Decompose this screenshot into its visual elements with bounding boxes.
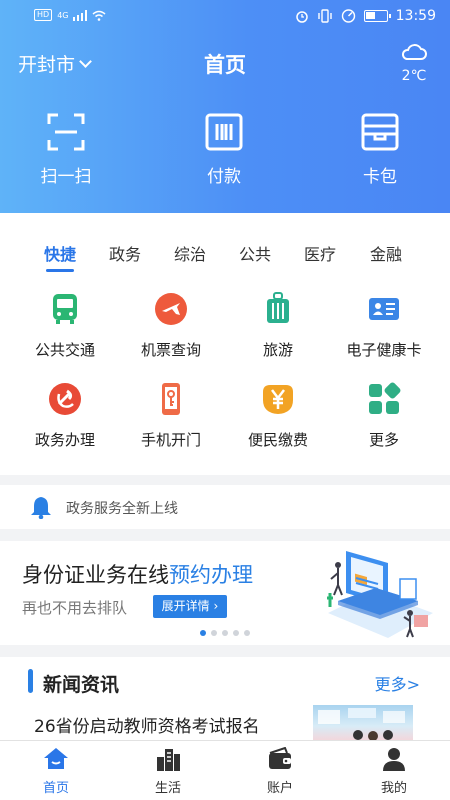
wifi-icon <box>93 10 106 21</box>
speed-icon <box>341 9 355 23</box>
service-flight-query[interactable]: 机票查询 <box>115 291 227 360</box>
news-more-link[interactable]: 更多> <box>375 671 420 695</box>
carousel-dot[interactable] <box>200 630 206 636</box>
carousel-dot[interactable] <box>222 630 228 636</box>
luggage-icon <box>267 292 289 323</box>
home-icon <box>44 748 68 769</box>
carousel-dot[interactable] <box>244 630 250 636</box>
notice-bar[interactable]: 政务服务全新上线 <box>0 485 450 529</box>
tab-medical[interactable]: 医疗 <box>304 241 336 265</box>
hd-badge: HD <box>34 9 53 21</box>
party-emblem-icon <box>49 383 81 415</box>
nav-label: 我的 <box>380 781 407 796</box>
tab-shortcut[interactable]: 快捷 <box>44 241 76 272</box>
banner-title-plain: 身份证业务在线 <box>22 563 169 587</box>
tab-government[interactable]: 政务 <box>109 241 141 265</box>
battery-icon <box>363 10 391 22</box>
service-travel[interactable]: 旅游 <box>222 291 334 360</box>
payment-button[interactable]: 付款 <box>174 112 274 187</box>
wallet-icon <box>269 747 291 769</box>
tab-governance[interactable]: 综治 <box>174 241 206 265</box>
laptop-illustration <box>327 551 433 638</box>
network-label: 4G <box>57 10 69 20</box>
status-bar: HD 4G 13:59 <box>0 0 450 34</box>
nav-mine[interactable]: 我的 <box>354 747 434 796</box>
user-icon <box>383 748 405 771</box>
airplane-icon <box>155 293 187 325</box>
carousel-dot[interactable] <box>233 630 239 636</box>
bell-icon <box>31 497 51 519</box>
details-button[interactable]: 展开详情 › <box>153 595 227 618</box>
news-title: 新闻资讯 <box>43 674 120 696</box>
news-accent-bar <box>28 669 33 693</box>
service-label: 电子健康卡 <box>346 341 422 359</box>
services-panel: 快捷 政务 综治 公共 医疗 金融 公共交通 机票查询 旅游 电子健康卡 政务办… <box>0 213 450 475</box>
card-wallet-button[interactable]: 卡包 <box>330 112 430 187</box>
phone-key-icon <box>162 383 180 415</box>
service-phone-door[interactable]: 手机开门 <box>115 381 227 450</box>
scan-icon <box>47 113 85 151</box>
details-button-label: 展开详情 <box>161 599 210 613</box>
quick-actions: 扫一扫 付款 卡包 <box>0 112 450 192</box>
payment-icon <box>205 113 243 151</box>
nav-life[interactable]: 生活 <box>128 747 208 796</box>
card-wallet-icon <box>361 113 399 151</box>
city-buildings-icon <box>157 749 180 771</box>
banner-title-highlight: 预约办理 <box>169 563 253 587</box>
signal-icon <box>73 9 88 21</box>
yuan-payment-icon <box>263 385 293 414</box>
news-item-title[interactable]: 26省份启动教师资格考试报名 <box>34 712 260 737</box>
clock: 13:59 <box>395 8 436 24</box>
service-label: 公共交通 <box>34 341 95 359</box>
category-tabs: 快捷 政务 综治 公共 医疗 金融 <box>0 241 450 275</box>
card-wallet-label: 卡包 <box>363 167 397 187</box>
tab-public[interactable]: 公共 <box>239 241 271 265</box>
scan-button[interactable]: 扫一扫 <box>16 112 116 187</box>
tab-finance[interactable]: 金融 <box>370 241 402 265</box>
service-label: 更多 <box>368 431 399 449</box>
carousel-indicator <box>200 630 250 636</box>
service-utility-payment[interactable]: 便民缴费 <box>222 381 334 450</box>
bus-icon <box>53 294 77 324</box>
promo-banner[interactable]: 身份证业务在线预约办理 再也不用去排队 展开详情 › <box>0 541 450 645</box>
service-government-affairs[interactable]: 政务办理 <box>9 381 121 450</box>
notice-text: 政务服务全新上线 <box>66 501 178 517</box>
service-health-card[interactable]: 电子健康卡 <box>328 291 440 360</box>
temperature: 2℃ <box>401 68 427 84</box>
banner-title: 身份证业务在线预约办理 <box>22 559 253 589</box>
service-label: 机票查询 <box>140 341 201 359</box>
news-section: 新闻资讯 更多> 26省份启动教师资格考试报名 <box>0 657 450 740</box>
service-more[interactable]: 更多 <box>328 381 440 450</box>
page-title: 首页 <box>204 53 246 77</box>
nav-label: 账户 <box>266 781 293 796</box>
health-card-icon <box>369 298 399 320</box>
nav-label: 首页 <box>42 781 69 796</box>
banner-subtitle: 再也不用去排队 <box>22 599 128 617</box>
service-label: 政务办理 <box>34 431 95 449</box>
service-public-transit[interactable]: 公共交通 <box>9 291 121 360</box>
nav-account[interactable]: 账户 <box>240 747 320 796</box>
news-thumbnail[interactable] <box>313 705 413 740</box>
carousel-dot[interactable] <box>211 630 217 636</box>
vibrate-icon <box>317 9 332 23</box>
service-label: 旅游 <box>262 341 293 359</box>
nav-label: 生活 <box>154 781 181 796</box>
nav-home[interactable]: 首页 <box>16 747 96 796</box>
bottom-navigation: 首页 生活 账户 我的 <box>0 740 450 800</box>
service-label: 手机开门 <box>140 431 201 449</box>
more-grid-icon <box>369 382 401 414</box>
header: HD 4G 13:59 开封市 首页 2℃ 扫一扫 付款 卡包 <box>0 0 450 213</box>
cloud-icon <box>401 44 427 60</box>
weather-widget[interactable]: 2℃ <box>398 42 430 84</box>
service-label: 便民缴费 <box>247 431 308 449</box>
alarm-icon <box>295 11 308 23</box>
scan-label: 扫一扫 <box>40 167 92 187</box>
payment-label: 付款 <box>207 167 241 187</box>
